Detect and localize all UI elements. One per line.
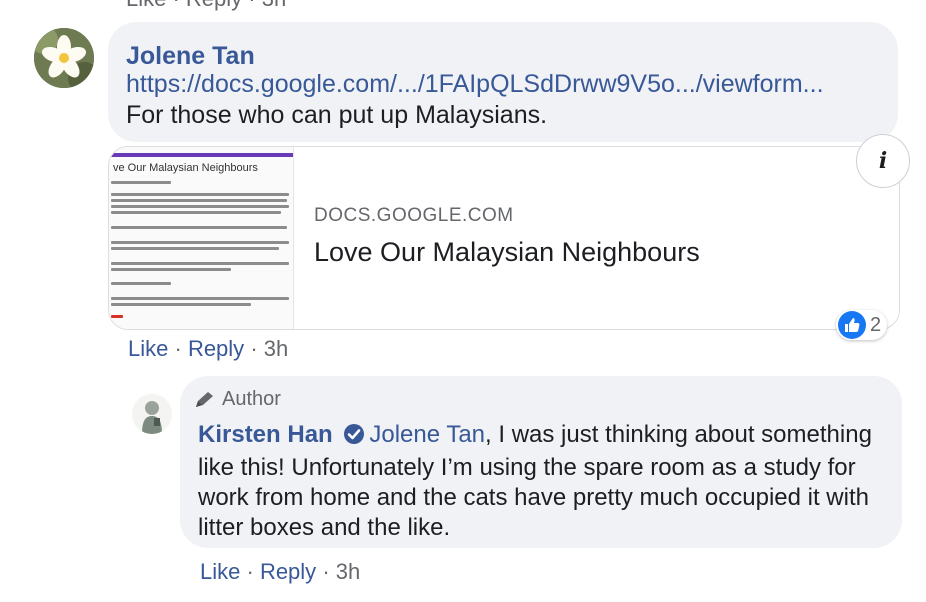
comment-text: For those who can put up Malaysians. <box>126 101 548 129</box>
reaction-count: 2 <box>870 313 882 336</box>
thumbnail-text-line <box>111 211 281 214</box>
author-badge: Author <box>194 388 281 411</box>
author-badge-label: Author <box>222 388 281 410</box>
thumbnail-text-line <box>111 282 171 285</box>
link-preview-thumbnail: ve Our Malaysian Neighbours <box>109 147 294 329</box>
thumbnail-title: ve Our Malaysian Neighbours <box>113 162 258 174</box>
thumbnail-text-line <box>111 262 289 265</box>
mention-link[interactable]: Jolene Tan <box>369 421 485 448</box>
thumbnail-text-line <box>111 303 251 306</box>
comment-actions: Like · Reply · 3h <box>128 336 288 362</box>
reply-button[interactable]: Reply <box>260 559 316 584</box>
thumbnail-text-line <box>111 315 123 318</box>
like-button[interactable]: Like <box>128 336 168 361</box>
avatar[interactable] <box>132 394 172 434</box>
thumbnail-text-line <box>111 199 287 202</box>
thumbnail-accent-bar <box>109 153 293 157</box>
thumbnail-text-line <box>111 181 171 184</box>
info-icon[interactable]: i <box>856 134 910 188</box>
avatar[interactable] <box>34 28 94 88</box>
pencil-icon <box>196 391 213 407</box>
verified-badge-icon <box>343 423 365 453</box>
thumbnail-text-line <box>111 247 279 250</box>
link-preview-title[interactable]: Love Our Malaysian Neighbours <box>314 237 700 268</box>
illustrated-avatar-image <box>132 394 172 434</box>
comment-author[interactable]: Jolene Tan <box>126 42 255 71</box>
link-preview-domain: DOCS.GOOGLE.COM <box>314 205 514 226</box>
previous-comment-actions: Like · Reply · 3h <box>126 0 286 12</box>
thumbnail-text-line <box>111 268 231 271</box>
thumbnail-text-line <box>111 226 287 229</box>
thumbnail-text-line <box>111 297 289 300</box>
reply-content: Kirsten Han Jolene Tan, I was just think… <box>198 420 888 543</box>
thumbnail-text-line <box>111 193 289 196</box>
separator: · <box>174 336 188 361</box>
separator: · <box>246 559 260 584</box>
timestamp[interactable]: 3h <box>336 559 360 584</box>
like-icon <box>838 311 866 339</box>
comment-link[interactable]: https://docs.google.com/.../1FAIpQLSdDrw… <box>126 70 824 99</box>
separator: · <box>250 336 264 361</box>
flower-avatar-image <box>34 28 94 88</box>
reply-actions: Like · Reply · 3h <box>200 559 360 585</box>
thumbnail-text-line <box>111 241 289 244</box>
reaction-summary[interactable]: 2 <box>836 310 888 340</box>
timestamp[interactable]: 3h <box>264 336 288 361</box>
thumbnail-text-line <box>111 205 289 208</box>
reply-button[interactable]: Reply <box>188 336 244 361</box>
like-button[interactable]: Like <box>200 559 240 584</box>
reply-author[interactable]: Kirsten Han <box>198 421 333 448</box>
separator: · <box>322 559 336 584</box>
